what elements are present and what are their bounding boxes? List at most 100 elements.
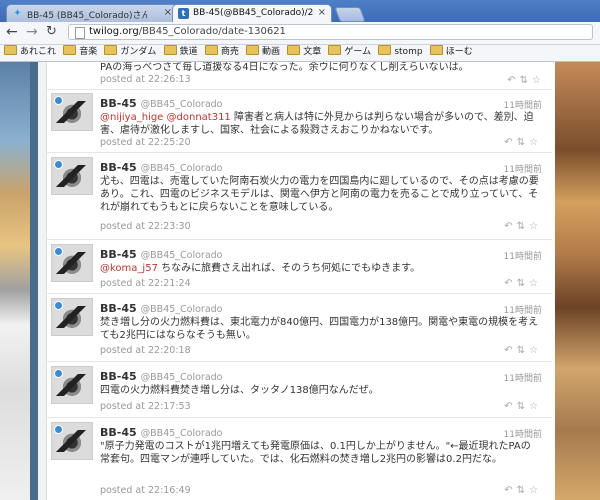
url-path: /BB45_Colorado/date-130621 xyxy=(138,26,286,37)
avatar[interactable] xyxy=(51,298,93,336)
folder-icon xyxy=(246,45,260,55)
reply-icon[interactable]: ↶ xyxy=(504,485,516,496)
reload-icon[interactable]: ↻ xyxy=(46,25,57,39)
favorite-icon[interactable]: ☆ xyxy=(529,137,542,148)
retweet-icon[interactable]: ⇅ xyxy=(517,345,529,356)
tab-twilog[interactable]: t BB-45(@BB45_Colorado)/2 × xyxy=(172,4,332,22)
time-ago[interactable]: 11時間前 xyxy=(504,98,542,111)
user-name[interactable]: BB-45 @BB45_Colorado xyxy=(100,248,223,261)
tweet-text: @koma_j57 ちなみに旅費さえ出れば、そのうち何処にでもゆきます。 xyxy=(100,263,421,274)
tweet-text: PAの海っべつさて毎し道援なる4日になった。余ウに何りなくし削えらいないは。 xyxy=(100,62,469,73)
folder-icon xyxy=(328,45,342,55)
user-handle: @BB45_Colorado xyxy=(140,163,223,174)
reply-icon[interactable]: ↶ xyxy=(504,345,516,356)
tweet-actions: ↶⇅☆ xyxy=(507,75,545,86)
reply-icon[interactable]: ↶ xyxy=(504,278,516,289)
avatar[interactable] xyxy=(51,157,93,195)
reply-icon[interactable]: ↶ xyxy=(507,75,519,86)
tab-title: BB-45 (BB45_Colorado)さん xyxy=(27,11,147,21)
folder-icon xyxy=(287,45,301,55)
twitter-bird-icon: ✦ xyxy=(13,8,22,19)
back-arrow-icon[interactable]: ← xyxy=(6,25,18,39)
tweet-timeline: PAの海っべつさて毎し道援なる4日になった。余ウに何りなくし削えらいないは。 p… xyxy=(38,62,555,500)
folder-icon xyxy=(104,45,118,55)
posted-time[interactable]: posted at 22:21:24 xyxy=(100,278,191,289)
mention-link[interactable]: @koma_j57 xyxy=(100,263,158,274)
mention-link[interactable]: @nijiya_hige @donnat311 xyxy=(100,112,231,123)
reply-icon[interactable]: ↶ xyxy=(504,137,516,148)
tab-twitter[interactable]: ✦ BB-45 (BB45_Colorado)さん × xyxy=(6,4,178,22)
retweet-icon[interactable]: ⇅ xyxy=(517,137,529,148)
user-handle: @BB45_Colorado xyxy=(140,250,223,261)
close-tab-icon[interactable]: × xyxy=(318,7,326,18)
tweet-text: @nijiya_hige @donnat311 障害者と病人は特に外見からは判ら… xyxy=(100,112,534,136)
page-viewport: PAの海っべつさて毎し道援なる4日になった。余ウに何りなくし削えらいないは。 p… xyxy=(0,62,600,500)
background-image-left xyxy=(0,62,30,500)
bookmark-folder[interactable]: stomp xyxy=(378,45,423,59)
tweet-text: 尤も、四電は、売電していた阿南石炭火力の電力を四国島内に廻しているので、その点は… xyxy=(100,176,539,213)
avatar[interactable] xyxy=(51,244,93,282)
time-ago[interactable]: 11時間前 xyxy=(504,303,542,316)
bookmark-folder[interactable]: ゲーム xyxy=(328,45,371,59)
posted-time[interactable]: posted at 22:17:53 xyxy=(100,401,191,412)
tweet-item: BB-45 @BB45_Colorado 11時間前 @koma_j57 ちなみに… xyxy=(46,241,552,294)
address-toolbar: ← → ↻ twilog.org/BB45_Colorado/date-1306… xyxy=(0,22,600,45)
retweet-icon[interactable]: ⇅ xyxy=(517,485,529,496)
tweet-text: 焚き増し分の火力燃料費は、東北電力が840億円、四国電力が138億円。関電や東電… xyxy=(100,317,539,341)
retweet-icon[interactable]: ⇅ xyxy=(520,75,532,86)
favorite-icon[interactable]: ☆ xyxy=(532,75,545,86)
favorite-icon[interactable]: ☆ xyxy=(529,485,542,496)
retweet-icon[interactable]: ⇅ xyxy=(517,278,529,289)
folder-icon xyxy=(63,45,77,55)
posted-time[interactable]: posted at 22:23:30 xyxy=(100,221,191,232)
bookmark-folder[interactable]: あれこれ xyxy=(4,45,56,59)
user-handle: @BB45_Colorado xyxy=(140,428,223,439)
favorite-icon[interactable]: ☆ xyxy=(529,401,542,412)
time-ago[interactable]: 11時間前 xyxy=(504,249,542,262)
tweet-item: BB-45 @BB45_Colorado 11時間前 四電の火力燃料費焚き増し分は… xyxy=(46,363,552,418)
tweet-actions: ↶⇅☆ xyxy=(504,401,542,412)
bookmark-folder[interactable]: 鉄道 xyxy=(163,45,198,59)
favorite-icon[interactable]: ☆ xyxy=(529,345,542,356)
retweet-icon[interactable]: ⇅ xyxy=(517,401,529,412)
avatar[interactable] xyxy=(51,93,93,131)
tweet-actions: ↶⇅☆ xyxy=(504,345,542,356)
user-name[interactable]: BB-45 @BB45_Colorado xyxy=(100,370,223,383)
user-name[interactable]: BB-45 @BB45_Colorado xyxy=(100,161,223,174)
time-ago[interactable]: 11時間前 xyxy=(504,371,542,384)
bookmark-folder[interactable]: ガンダム xyxy=(104,45,156,59)
favorite-icon[interactable]: ☆ xyxy=(529,221,542,232)
new-tab-button[interactable] xyxy=(334,7,366,22)
posted-time[interactable]: posted at 22:16:49 xyxy=(100,485,191,496)
time-ago[interactable]: 11時間前 xyxy=(504,162,542,175)
folder-icon xyxy=(378,45,392,55)
bookmark-folder[interactable]: 文章 xyxy=(287,45,321,59)
address-bar[interactable]: twilog.org/BB45_Colorado/date-130621 xyxy=(68,24,593,40)
bookmark-folder[interactable]: 動画 xyxy=(246,45,280,59)
avatar[interactable] xyxy=(51,366,93,404)
tweet-actions: ↶⇅☆ xyxy=(504,485,542,496)
bookmark-folder[interactable]: ほーむ xyxy=(429,45,473,59)
reply-icon[interactable]: ↶ xyxy=(504,221,516,232)
avatar[interactable] xyxy=(51,422,93,460)
posted-time[interactable]: posted at 22:25:20 xyxy=(100,137,191,148)
favorite-icon[interactable]: ☆ xyxy=(529,278,542,289)
posted-time[interactable]: posted at 22:26:13 xyxy=(100,74,191,85)
tweet-text: "原子力発電のコストが1兆円増えても発電原価は、0.1円しか上がりません。"←最… xyxy=(100,441,531,465)
posted-time[interactable]: posted at 22:20:18 xyxy=(100,345,191,356)
retweet-icon[interactable]: ⇅ xyxy=(517,221,529,232)
time-ago[interactable]: 11時間前 xyxy=(504,427,542,440)
tweet-item: BB-45 @BB45_Colorado 11時間前 焚き増し分の火力燃料費は、東… xyxy=(46,295,552,362)
close-tab-icon[interactable]: × xyxy=(164,7,172,18)
background-image-right xyxy=(555,62,600,500)
user-name[interactable]: BB-45 @BB45_Colorado xyxy=(100,426,223,439)
tweet-item: BB-45 @BB45_Colorado 11時間前 @nijiya_hige @… xyxy=(46,90,552,153)
user-name[interactable]: BB-45 @BB45_Colorado xyxy=(100,97,223,110)
reply-icon[interactable]: ↶ xyxy=(504,401,516,412)
user-name[interactable]: BB-45 @BB45_Colorado xyxy=(100,302,223,315)
forward-arrow-icon[interactable]: → xyxy=(26,25,38,39)
bookmark-folder[interactable]: 音楽 xyxy=(63,45,97,59)
user-handle: @BB45_Colorado xyxy=(140,372,223,383)
tweet-item: BB-45 @BB45_Colorado 11時間前 尤も、四電は、売電していた阿… xyxy=(46,154,552,240)
bookmark-folder[interactable]: 商売 xyxy=(204,45,239,59)
